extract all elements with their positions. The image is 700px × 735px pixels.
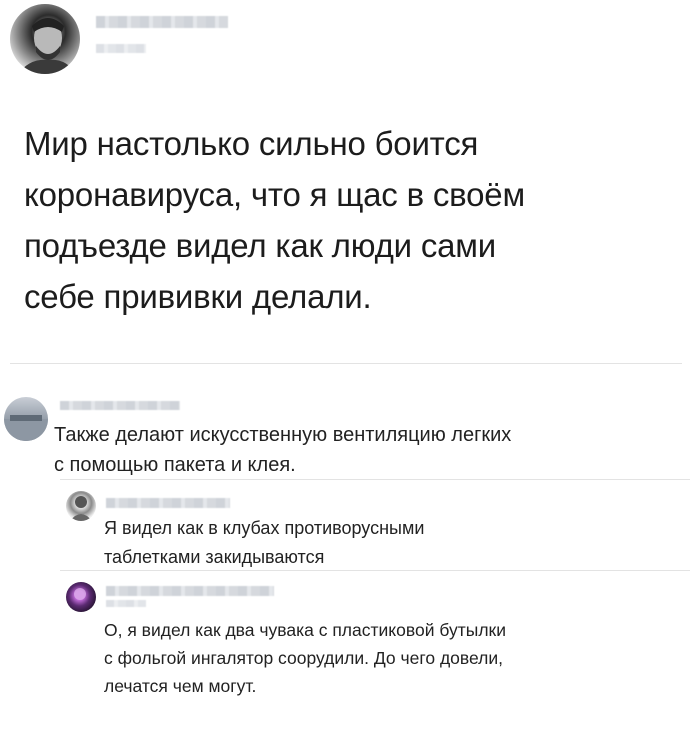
comment-3-text: О, я видел как два чувака с пластиковой … [104,620,506,696]
comment-2-text: Я видел как в клубах противорусными табл… [104,518,425,567]
comment-1-avatar[interactable] [4,397,48,441]
face-photo-icon [18,18,76,74]
post-divider [10,363,682,364]
comment-2-author-blurred[interactable] [106,498,230,508]
comment-1-text: Также делают искусственную вентиляцию ле… [54,424,512,476]
post-timestamp-blurred [96,44,146,53]
comment-3-timestamp-blurred [106,600,146,607]
comment-3-avatar[interactable] [66,582,96,612]
post-body-text: Мир настолько сильно боится коронавируса… [24,125,525,315]
comment-2-divider [60,570,690,571]
post-author-name-blurred[interactable] [96,16,228,28]
comment-1-author-blurred[interactable] [60,401,180,410]
person-photo-icon [74,588,86,600]
post-author-avatar[interactable] [10,4,80,74]
comment-1-divider [60,479,690,480]
comment-3-author-blurred[interactable] [106,586,274,596]
landscape-photo-icon [4,415,48,441]
person-photo-icon [70,496,92,521]
comment-2-avatar[interactable] [66,491,96,521]
